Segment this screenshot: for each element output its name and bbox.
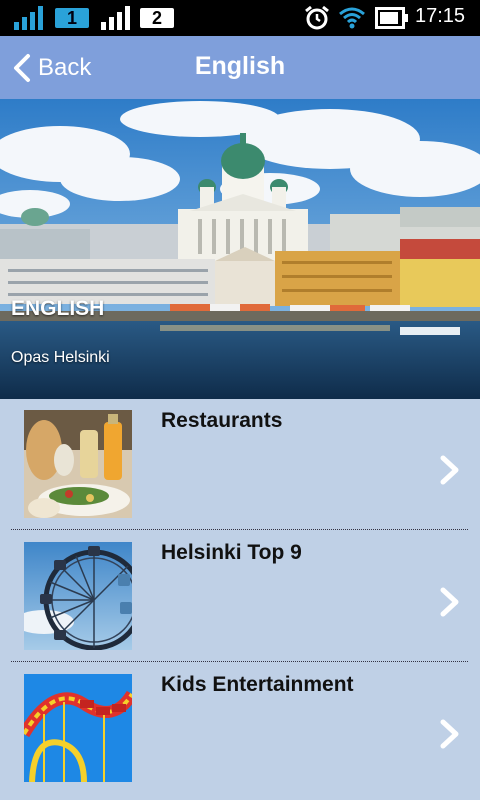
hero-title: ENGLISH	[11, 297, 105, 320]
hero-banner: ENGLISH Opas Helsinki	[0, 99, 480, 399]
chevron-right-icon	[440, 719, 459, 749]
list-item-helsinki-top-9[interactable]: Helsinki Top 9	[0, 531, 480, 663]
page-title: English	[194, 52, 286, 80]
hero-subtitle: Opas Helsinki	[11, 349, 110, 366]
alarm-icon	[305, 5, 329, 30]
status-bar: 1 2 17:15	[0, 0, 480, 36]
list-divider	[11, 529, 468, 530]
list-item-label: Kids Entertainment	[161, 673, 354, 696]
chevron-right-icon	[440, 455, 459, 485]
list-item-label: Helsinki Top 9	[161, 541, 302, 564]
ferris-wheel-image	[24, 542, 132, 650]
app-header: Back English	[0, 36, 480, 99]
list-item-restaurants[interactable]: Restaurants	[0, 399, 480, 531]
signal-icon	[101, 6, 130, 30]
battery-icon	[375, 7, 408, 29]
sim1-badge: 1	[55, 8, 89, 28]
status-clock: 17:15	[415, 5, 466, 27]
chevron-right-icon	[440, 587, 459, 617]
list-item-label: Restaurants	[161, 409, 283, 432]
list-divider	[11, 661, 468, 662]
list-item-kids-entertainment[interactable]: Kids Entertainment	[0, 663, 480, 795]
restaurant-food-image	[24, 410, 132, 518]
sim2-badge: 2	[140, 8, 174, 28]
category-list: Restaurants Helsinki Top 9 Kids Entertai…	[0, 399, 480, 800]
roller-coaster-image	[24, 674, 132, 782]
wifi-icon	[339, 7, 365, 29]
signal-icon	[14, 6, 43, 30]
